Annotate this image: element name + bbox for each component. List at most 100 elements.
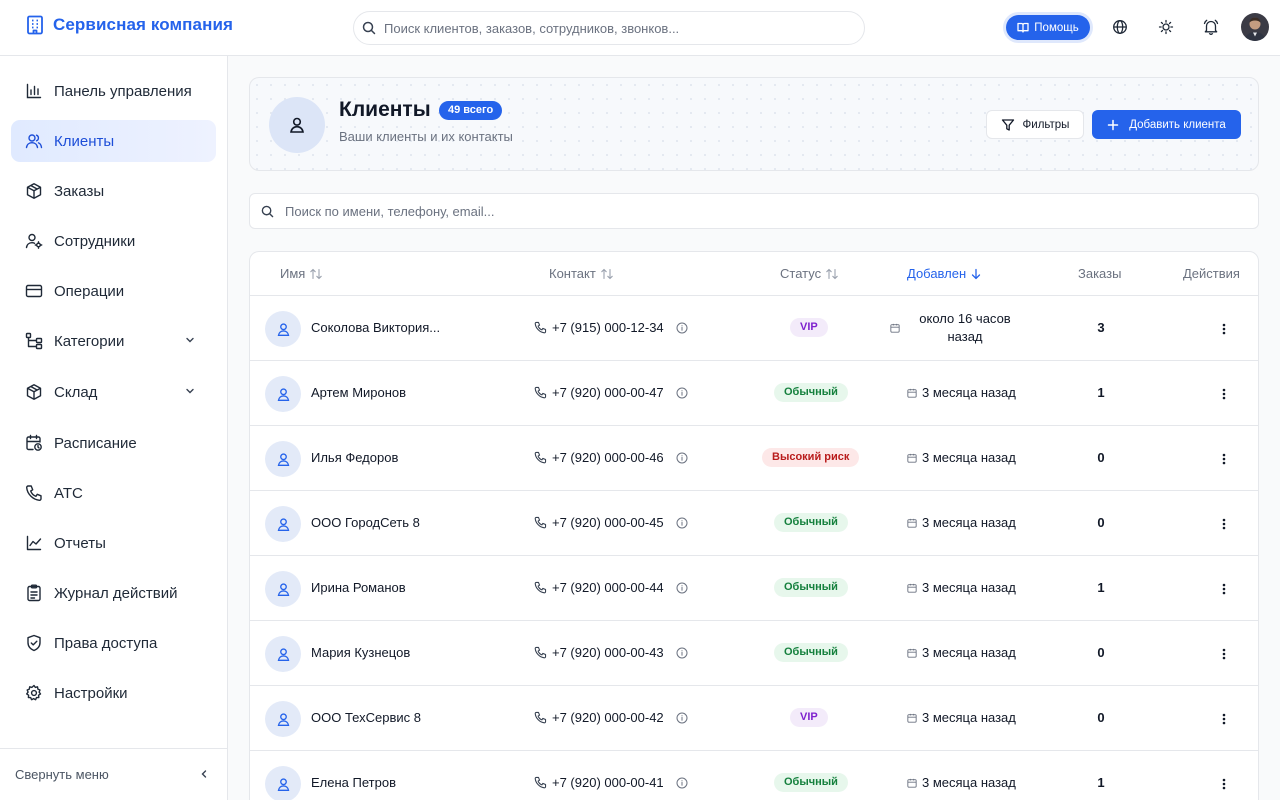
- sidebar-item-categories[interactable]: Категории: [11, 320, 216, 362]
- row-actions-menu[interactable]: [1217, 451, 1231, 467]
- row-actions-menu[interactable]: [1217, 386, 1231, 402]
- user-icon: [276, 322, 291, 337]
- sidebar-item-clients[interactable]: Клиенты: [11, 120, 216, 162]
- client-added: 3 месяца назад: [907, 580, 1016, 595]
- info-icon[interactable]: [676, 387, 688, 399]
- info-icon[interactable]: [676, 712, 688, 724]
- table-row[interactable]: ООО ТехСервис 8 +7 (920) 000-00-42 VIP 3 ме…: [250, 686, 1258, 751]
- sidebar-item-operations[interactable]: Операции: [11, 270, 216, 312]
- info-icon[interactable]: [676, 582, 688, 594]
- brand[interactable]: Сервисная компания: [26, 15, 233, 35]
- orders-count: 0: [1097, 710, 1105, 725]
- client-contact[interactable]: +7 (920) 000-00-42: [534, 710, 688, 725]
- table-row[interactable]: Елена Петров +7 (920) 000-00-41 Обычный 3 м…: [250, 751, 1258, 800]
- user-avatar[interactable]: [1241, 13, 1269, 41]
- client-avatar: [265, 311, 301, 347]
- row-actions-menu[interactable]: [1217, 646, 1231, 662]
- client-contact[interactable]: +7 (920) 000-00-41: [534, 775, 688, 790]
- global-search[interactable]: [353, 11, 865, 45]
- client-name[interactable]: Илья Федоров: [311, 450, 398, 465]
- phone-icon: [534, 321, 547, 334]
- table-row[interactable]: ООО ГородСеть 8 +7 (920) 000-00-45 Обычный…: [250, 491, 1258, 556]
- more-vertical-icon: [1222, 518, 1226, 530]
- globe-icon[interactable]: [1111, 18, 1129, 36]
- orders-count: 0: [1097, 645, 1105, 660]
- table-row[interactable]: Артем Миронов +7 (920) 000-00-47 Обычный 3 …: [250, 361, 1258, 426]
- client-avatar: [265, 636, 301, 672]
- info-icon[interactable]: [676, 452, 688, 464]
- client-name[interactable]: Мария Кузнецов: [311, 645, 410, 660]
- client-contact[interactable]: +7 (920) 000-00-44: [534, 580, 688, 595]
- filter-icon: [1001, 118, 1015, 132]
- credit-card-icon: [25, 282, 43, 300]
- column-header-label: Добавлен: [907, 266, 967, 281]
- client-search[interactable]: [249, 193, 1259, 229]
- calendar-icon: [907, 648, 917, 658]
- info-icon[interactable]: [676, 517, 688, 529]
- row-actions-menu[interactable]: [1217, 321, 1231, 337]
- table-row[interactable]: Мария Кузнецов +7 (920) 000-00-43 Обычный 3…: [250, 621, 1258, 686]
- sidebar-item-dashboard[interactable]: Панель управления: [11, 70, 216, 112]
- client-added: 3 месяца назад: [907, 515, 1016, 530]
- client-search-input[interactable]: [285, 203, 1185, 219]
- column-header-added[interactable]: Добавлен: [907, 266, 982, 281]
- sidebar-item-orders[interactable]: Заказы: [11, 170, 216, 212]
- sidebar-item-access-rights[interactable]: Права доступа: [11, 622, 216, 664]
- client-contact[interactable]: +7 (915) 000-12-34: [534, 320, 688, 335]
- sidebar-item-warehouse[interactable]: Склад: [11, 371, 216, 413]
- user-icon: [276, 777, 291, 792]
- sidebar-item-reports[interactable]: Отчеты: [11, 522, 216, 564]
- add-client-button[interactable]: Добавить клиента: [1092, 110, 1241, 139]
- client-name[interactable]: Елена Петров: [311, 775, 396, 790]
- table-row[interactable]: Ирина Романов +7 (920) 000-00-44 Обычный 3 …: [250, 556, 1258, 621]
- tree-icon: [25, 332, 43, 350]
- row-actions-menu[interactable]: [1217, 776, 1231, 792]
- info-icon[interactable]: [676, 322, 688, 334]
- help-button[interactable]: Помощь: [1006, 15, 1090, 40]
- shield-icon: [25, 634, 43, 652]
- client-phone: +7 (920) 000-00-47: [552, 385, 664, 400]
- sidebar-item-schedule[interactable]: Расписание: [11, 422, 216, 464]
- client-name[interactable]: Артем Миронов: [311, 385, 406, 400]
- table-row[interactable]: Илья Федоров +7 (920) 000-00-46 Высокий ри…: [250, 426, 1258, 491]
- client-contact[interactable]: +7 (920) 000-00-47: [534, 385, 688, 400]
- row-actions-menu[interactable]: [1217, 516, 1231, 532]
- client-added: 3 месяца назад: [907, 385, 1016, 400]
- client-name[interactable]: Соколова Виктория...: [311, 320, 440, 335]
- chevron-down-icon[interactable]: [184, 385, 196, 397]
- info-icon[interactable]: [676, 777, 688, 789]
- orders-count: 1: [1097, 775, 1105, 790]
- bell-icon[interactable]: [1202, 18, 1220, 36]
- global-search-input[interactable]: [384, 20, 844, 36]
- sidebar-item-pbx[interactable]: АТС: [11, 472, 216, 514]
- client-contact[interactable]: +7 (920) 000-00-45: [534, 515, 688, 530]
- client-name[interactable]: Ирина Романов: [311, 580, 406, 595]
- table-row[interactable]: Соколова Виктория... +7 (915) 000-12-34 VI…: [250, 296, 1258, 361]
- building-icon: [26, 15, 44, 35]
- column-header-label: Контакт: [549, 266, 596, 281]
- chevron-down-icon[interactable]: [184, 334, 196, 346]
- info-icon[interactable]: [676, 647, 688, 659]
- client-name[interactable]: ООО ГородСеть 8: [311, 515, 420, 530]
- orders-count: 1: [1097, 580, 1105, 595]
- client-contact[interactable]: +7 (920) 000-00-43: [534, 645, 688, 660]
- more-vertical-icon: [1222, 388, 1226, 400]
- chart-bar-icon: [25, 82, 43, 100]
- client-contact[interactable]: +7 (920) 000-00-46: [534, 450, 688, 465]
- column-header-status[interactable]: Статус: [780, 266, 839, 281]
- column-header-label: Заказы: [1078, 266, 1122, 281]
- row-actions-menu[interactable]: [1217, 581, 1231, 597]
- sidebar-item-employees[interactable]: Сотрудники: [11, 220, 216, 262]
- filters-button[interactable]: Фильтры: [986, 110, 1084, 139]
- sidebar-item-settings[interactable]: Настройки: [11, 672, 216, 714]
- column-header-contact[interactable]: Контакт: [549, 266, 614, 281]
- client-name[interactable]: ООО ТехСервис 8: [311, 710, 421, 725]
- gear-icon: [25, 684, 43, 702]
- column-header-name[interactable]: Имя: [280, 266, 323, 281]
- sidebar-item-audit-log[interactable]: Журнал действий: [11, 572, 216, 614]
- box-icon: [25, 182, 43, 200]
- collapse-menu-button[interactable]: Свернуть меню: [0, 748, 228, 800]
- page-header: Клиенты 49 всего Ваши клиенты и их конта…: [249, 77, 1259, 171]
- sun-icon[interactable]: [1157, 18, 1175, 36]
- row-actions-menu[interactable]: [1217, 711, 1231, 727]
